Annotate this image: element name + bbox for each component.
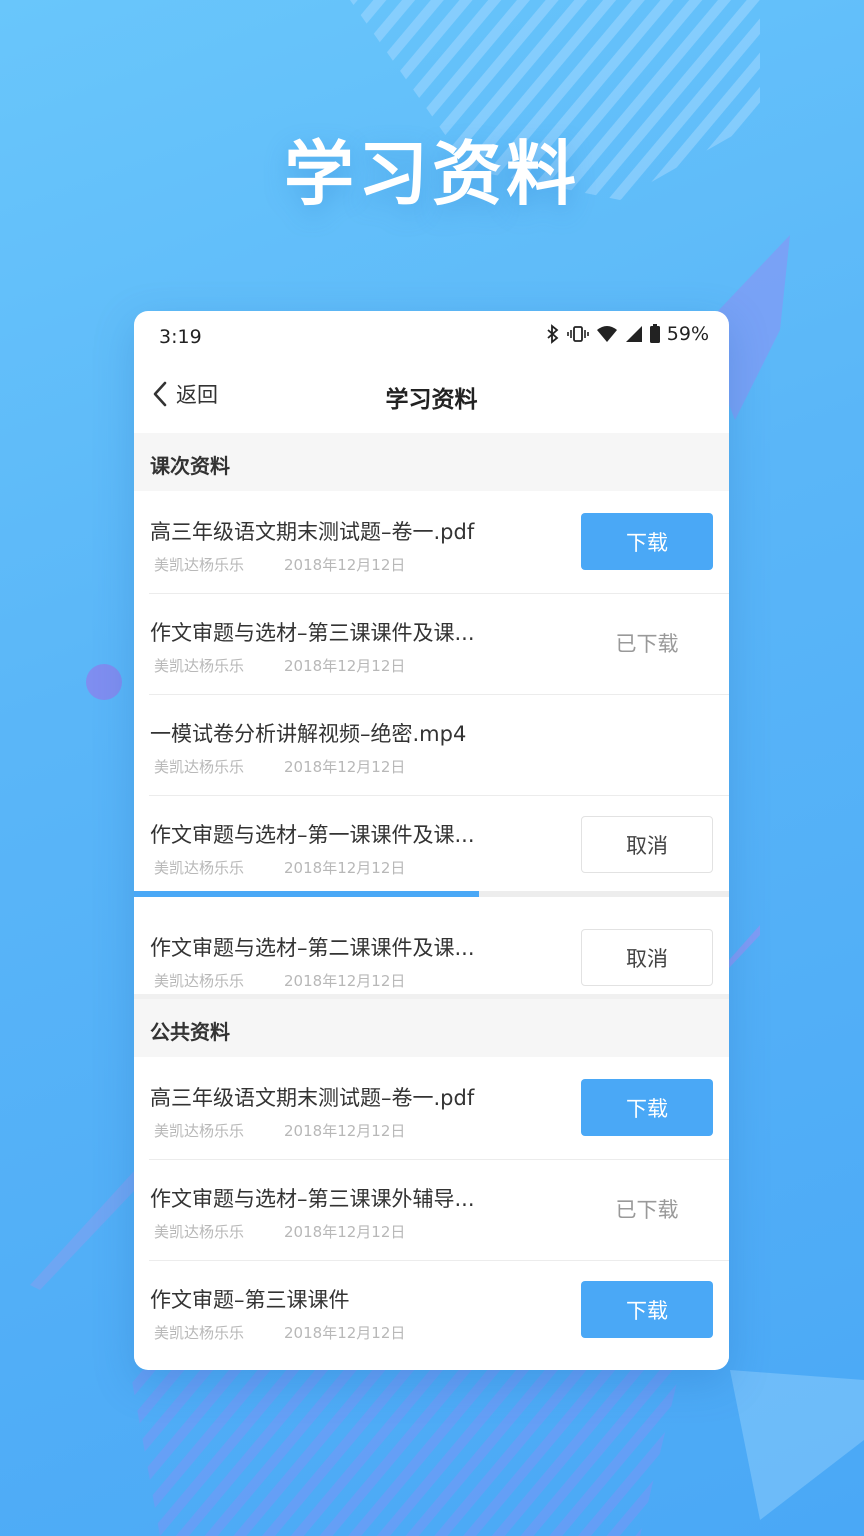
download-button[interactable]: 下载: [581, 513, 713, 570]
downloaded-label: 已下载: [615, 631, 679, 656]
right-small-shape: [729, 925, 760, 968]
item-name: 作文审题与选材–第三课课件及课...: [150, 621, 475, 645]
item-name: 一模试卷分析讲解视频–绝密.mp4: [150, 722, 467, 746]
battery-percent: 59%: [666, 323, 709, 345]
item-meta: 美凯达杨乐乐 2018年12月12日: [154, 1221, 405, 1242]
status-time: 3:19: [159, 326, 202, 348]
item-meta: 美凯达杨乐乐 2018年12月12日: [154, 857, 405, 878]
bluetooth-icon: [547, 324, 559, 344]
cancel-button[interactable]: 取消: [581, 929, 713, 986]
list-item[interactable]: 高三年级语文期末测试题–卷一.pdf 美凯达杨乐乐 2018年12月12日 下载: [134, 1059, 729, 1160]
left-line-shape: [30, 1170, 135, 1290]
item-author: 美凯达杨乐乐: [154, 657, 245, 675]
download-button[interactable]: 下载: [581, 1079, 713, 1136]
section-header: 公共资料: [134, 999, 729, 1057]
item-meta: 美凯达杨乐乐 2018年12月12日: [154, 1120, 405, 1141]
item-name: 作文审题与选材–第一课课件及课...: [150, 823, 475, 847]
item-date: 2018年12月12日: [284, 657, 406, 675]
hero-title: 学习资料: [284, 133, 580, 215]
item-author: 美凯达杨乐乐: [154, 1122, 245, 1140]
item-author: 美凯达杨乐乐: [154, 1324, 245, 1342]
page-title: 学习资料: [385, 387, 478, 413]
battery-icon: [649, 324, 660, 343]
downloaded-label: 已下载: [615, 1197, 679, 1222]
signal-icon: [625, 326, 642, 342]
item-meta: 美凯达杨乐乐 2018年12月12日: [154, 655, 405, 676]
status-bar: 3:19 59%: [134, 311, 729, 361]
status-icons: 59%: [546, 323, 709, 345]
item-meta: 美凯达杨乐乐 2018年12月12日: [154, 970, 405, 991]
list-item[interactable]: 作文审题与选材–第三课课件及课... 美凯达杨乐乐 2018年12月12日 已下载: [134, 594, 729, 695]
list-item[interactable]: 高三年级语文期末测试题–卷一.pdf 美凯达杨乐乐 2018年12月12日 下载: [134, 493, 729, 594]
phone-screen: 3:19 59% 返回 学习资料 课次资料 高三年级语文期末测试题–卷一.pdf…: [134, 311, 729, 1370]
nav-bar: 返回 学习资料: [134, 361, 729, 433]
vibrate-icon: [566, 326, 589, 342]
download-button[interactable]: 下载: [581, 1281, 713, 1338]
section-label: 课次资料: [150, 454, 230, 478]
list-item[interactable]: 作文审题–第三课课件美凯达杨乐乐 2018年12月12日 下载: [134, 1261, 729, 1362]
item-name: 作文审题–第三课课件: [150, 1288, 350, 1312]
item-date: 2018年12月12日: [284, 1324, 406, 1342]
item-meta: 美凯达杨乐乐 2018年12月12日: [154, 1322, 405, 1343]
bottom-stripe-shape: [130, 1370, 680, 1536]
cancel-button[interactable]: 取消: [581, 816, 713, 873]
item-date: 2018年12月12日: [284, 1122, 406, 1140]
item-date: 2018年12月12日: [284, 1223, 406, 1241]
item-author: 美凯达杨乐乐: [154, 972, 245, 990]
item-author: 美凯达杨乐乐: [154, 859, 245, 877]
item-name: 作文审题与选材–第二课课件及课...: [150, 936, 475, 960]
section-header: 课次资料: [134, 433, 729, 491]
item-meta: 美凯达杨乐乐 2018年12月12日: [154, 756, 405, 777]
list-item[interactable]: 一模试卷分析讲解视频–绝密.mp4 美凯达杨乐乐 2018年12月12日: [134, 695, 729, 796]
item-name: 高三年级语文期末测试题–卷一.pdf: [150, 1086, 475, 1110]
item-name: 高三年级语文期末测试题–卷一.pdf: [150, 520, 475, 544]
item-date: 2018年12月12日: [284, 972, 406, 990]
list-item[interactable]: 作文审题与选材–第一课课件及课... 美凯达杨乐乐 2018年12月12日 取消: [134, 796, 729, 897]
item-date: 2018年12月12日: [284, 859, 406, 877]
decor-circle: [86, 664, 122, 700]
list-item[interactable]: 作文审题与选材–第三课课外辅导... 美凯达杨乐乐 2018年12月12日 已下载: [134, 1160, 729, 1261]
download-progress-fill: [134, 891, 480, 897]
item-meta: 美凯达杨乐乐 2018年12月12日: [154, 554, 405, 575]
download-progress-bar: [134, 891, 729, 897]
item-author: 美凯达杨乐乐: [154, 556, 245, 574]
item-author: 美凯达杨乐乐: [154, 758, 245, 776]
section-label: 公共资料: [150, 1020, 230, 1044]
item-date: 2018年12月12日: [284, 556, 406, 574]
wifi-icon: [596, 326, 617, 342]
item-author: 美凯达杨乐乐: [154, 1223, 245, 1241]
item-date: 2018年12月12日: [284, 758, 406, 776]
item-name: 作文审题与选材–第三课课外辅导...: [150, 1187, 475, 1211]
bottom-right-shape: [730, 1370, 864, 1520]
